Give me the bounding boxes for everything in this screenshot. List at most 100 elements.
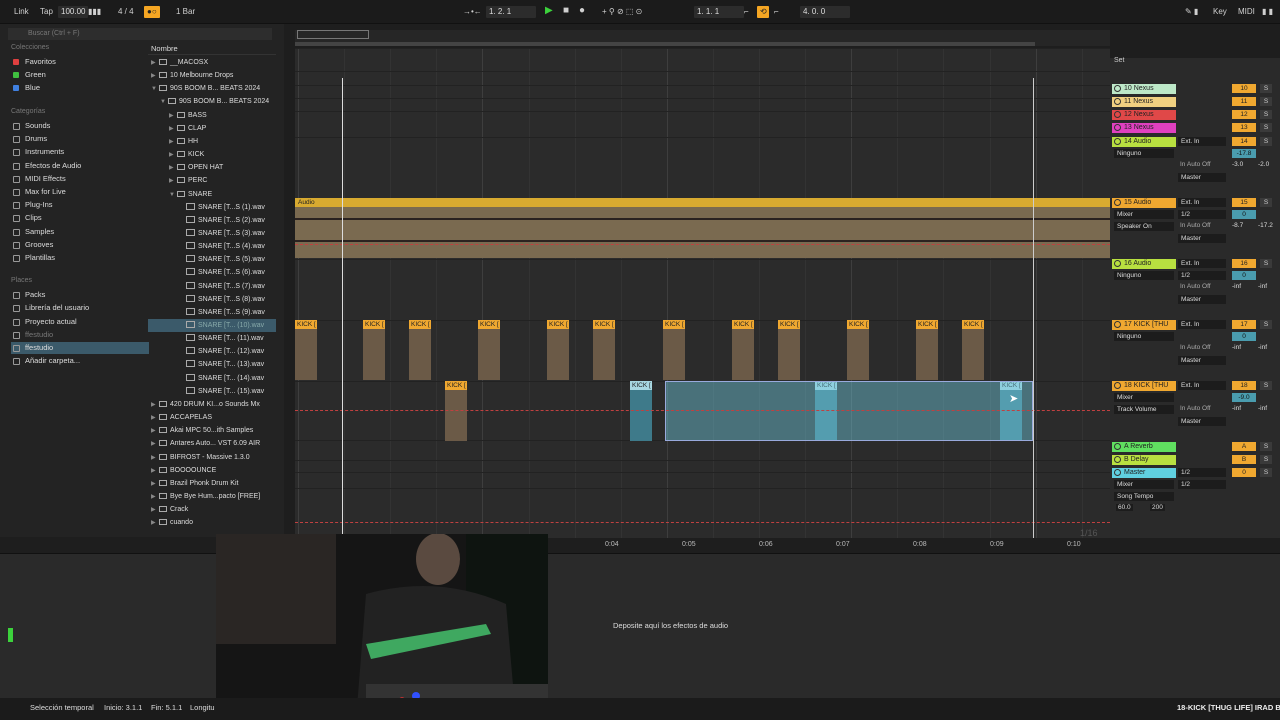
time-selection[interactable]: [665, 381, 1033, 441]
link-button[interactable]: Link: [14, 6, 29, 18]
track-number[interactable]: 11: [1232, 97, 1256, 106]
input-type-select[interactable]: Ext. In: [1178, 259, 1226, 268]
track-activator-icon[interactable]: [1114, 138, 1121, 145]
punch-in-icon[interactable]: ⌐: [744, 6, 749, 18]
file-item[interactable]: SNARE [T...S (7).wav: [148, 280, 276, 293]
track-number[interactable]: 12: [1232, 110, 1256, 119]
category-item[interactable]: Clips: [11, 212, 149, 224]
collection-item[interactable]: Blue: [11, 82, 149, 94]
volume-field[interactable]: 0: [1232, 332, 1256, 341]
track-number[interactable]: 18: [1232, 381, 1256, 390]
track-number[interactable]: 15: [1232, 198, 1256, 207]
pan-right[interactable]: -inf: [1258, 405, 1267, 412]
track-activator-icon[interactable]: [1114, 98, 1121, 105]
file-item[interactable]: SNARE [T... (11).wav: [148, 332, 276, 345]
channel-select[interactable]: 1/2: [1178, 210, 1226, 219]
file-item[interactable]: SNARE [T... (13).wav: [148, 358, 276, 371]
input-type-select[interactable]: Ext. In: [1178, 381, 1226, 390]
device-view[interactable]: Deposite aquí los efectos de audio: [0, 553, 1280, 698]
file-item[interactable]: SNARE [T... (12).wav: [148, 345, 276, 358]
track-activator-icon[interactable]: [1114, 456, 1121, 463]
track-activator-icon[interactable]: [1114, 260, 1121, 267]
follow-icon[interactable]: →•←: [463, 6, 482, 18]
file-item[interactable]: ▼ 90S BOOM B... BEATS 2024: [148, 95, 276, 108]
stop-icon[interactable]: ■: [563, 5, 569, 17]
place-item[interactable]: Packs: [11, 289, 149, 301]
expand-arrow-icon[interactable]: ▼: [169, 189, 177, 201]
track-header[interactable]: 11 Nexus: [1112, 97, 1176, 107]
track-header[interactable]: 17 KICK [THU: [1112, 320, 1176, 330]
input-sub-select[interactable]: Song Tempo: [1114, 492, 1174, 501]
monitor-buttons[interactable]: In Auto Off: [1180, 222, 1211, 229]
output-select[interactable]: Master: [1178, 356, 1226, 365]
track-header[interactable]: Master: [1112, 468, 1176, 478]
track-header[interactable]: B Delay: [1112, 455, 1176, 465]
solo-button[interactable]: S: [1260, 123, 1272, 132]
file-item[interactable]: ▶ HH: [148, 135, 276, 148]
solo-button[interactable]: S: [1260, 320, 1272, 329]
pan-left[interactable]: -3.0: [1232, 161, 1243, 168]
volume-field[interactable]: 0: [1232, 210, 1256, 219]
kick-clip[interactable]: KICK [: [547, 320, 569, 380]
automation-icons[interactable]: + ⚲ ⊘ ⬚ ⊙: [602, 6, 642, 18]
track-number[interactable]: 14: [1232, 137, 1256, 146]
collection-item[interactable]: Green: [11, 69, 149, 81]
name-column-header[interactable]: Nombre: [148, 44, 276, 55]
file-item[interactable]: ▶ PERC: [148, 174, 276, 187]
track-header[interactable]: 12 Nexus: [1112, 110, 1176, 120]
monitor-buttons[interactable]: In Auto Off: [1180, 344, 1211, 351]
expand-arrow-icon[interactable]: ▶: [169, 162, 177, 174]
file-item[interactable]: ▶ BOOOOUNCE: [148, 464, 276, 477]
track-number[interactable]: 10: [1232, 84, 1256, 93]
expand-arrow-icon[interactable]: ▶: [151, 438, 159, 450]
file-item[interactable]: ▶ Bye Bye Hum...pacto [FREE]: [148, 490, 276, 503]
arrangement-view[interactable]: Audio KICK [KICK [KICK [KICK [KICK [KICK …: [295, 48, 1110, 538]
track-activator-icon[interactable]: [1114, 469, 1121, 476]
collection-item[interactable]: Favoritos: [11, 56, 149, 68]
track-header[interactable]: 16 Audio: [1112, 259, 1176, 269]
kick-clip[interactable]: KICK [: [962, 320, 984, 380]
expand-arrow-icon[interactable]: ▶: [169, 136, 177, 148]
expand-arrow-icon[interactable]: ▶: [151, 465, 159, 477]
quantize-select[interactable]: 1 Bar: [176, 6, 195, 18]
expand-arrow-icon[interactable]: ▶: [151, 491, 159, 503]
file-item[interactable]: ▶ Brazil Phonk Drum Kit: [148, 477, 276, 490]
expand-arrow-icon[interactable]: ▶: [169, 175, 177, 187]
pan-left[interactable]: -inf: [1232, 405, 1241, 412]
file-item[interactable]: ▼ 90S BOOM B... BEATS 2024: [148, 82, 276, 95]
solo-button[interactable]: S: [1260, 110, 1272, 119]
file-item[interactable]: ▶ 420 DRUM KI...o Sounds Mx: [148, 398, 276, 411]
solo-button[interactable]: S: [1260, 455, 1272, 464]
input-channel-select[interactable]: Mixer: [1114, 480, 1174, 489]
track-header[interactable]: A Reverb: [1112, 442, 1176, 452]
track-activator-icon[interactable]: [1114, 124, 1121, 131]
track-activator-icon[interactable]: [1114, 321, 1121, 328]
track-activator-icon[interactable]: [1114, 199, 1121, 206]
tempo-min[interactable]: 60.0: [1116, 504, 1133, 511]
expand-arrow-icon[interactable]: ▼: [160, 96, 168, 108]
browser-search-input[interactable]: Buscar (Ctrl + F): [8, 28, 272, 40]
place-item[interactable]: Librería del usuario: [11, 302, 149, 314]
channel-select[interactable]: 1/2: [1178, 271, 1226, 280]
output-select[interactable]: Master: [1178, 417, 1226, 426]
track-number[interactable]: A: [1232, 442, 1256, 451]
place-item[interactable]: ffestudio: [11, 329, 149, 341]
time-signature[interactable]: 4 / 4: [118, 6, 134, 18]
file-item[interactable]: SNARE [T...S (1).wav: [148, 201, 276, 214]
category-item[interactable]: MIDI Effects: [11, 173, 149, 185]
input-channel-select[interactable]: Mixer: [1114, 210, 1174, 219]
midi-map-button[interactable]: MIDI: [1238, 6, 1255, 18]
audio-clip[interactable]: Audio: [295, 198, 1110, 258]
category-item[interactable]: Plantillas: [11, 252, 149, 264]
track-header[interactable]: 10 Nexus: [1112, 84, 1176, 94]
channel-select[interactable]: 1/2: [1178, 480, 1226, 489]
file-item[interactable]: ▶ 10 Melbourne Drops: [148, 69, 276, 82]
output-select[interactable]: Master: [1178, 173, 1226, 182]
expand-arrow-icon[interactable]: ▶: [151, 478, 159, 490]
category-item[interactable]: Plug-Ins: [11, 199, 149, 211]
track-header[interactable]: 14 Audio: [1112, 137, 1176, 147]
tempo-max[interactable]: 200: [1150, 504, 1165, 511]
expand-arrow-icon[interactable]: ▶: [151, 517, 159, 529]
file-item[interactable]: ▶ __MACOSX: [148, 56, 276, 69]
loop-brace[interactable]: [295, 42, 1035, 46]
